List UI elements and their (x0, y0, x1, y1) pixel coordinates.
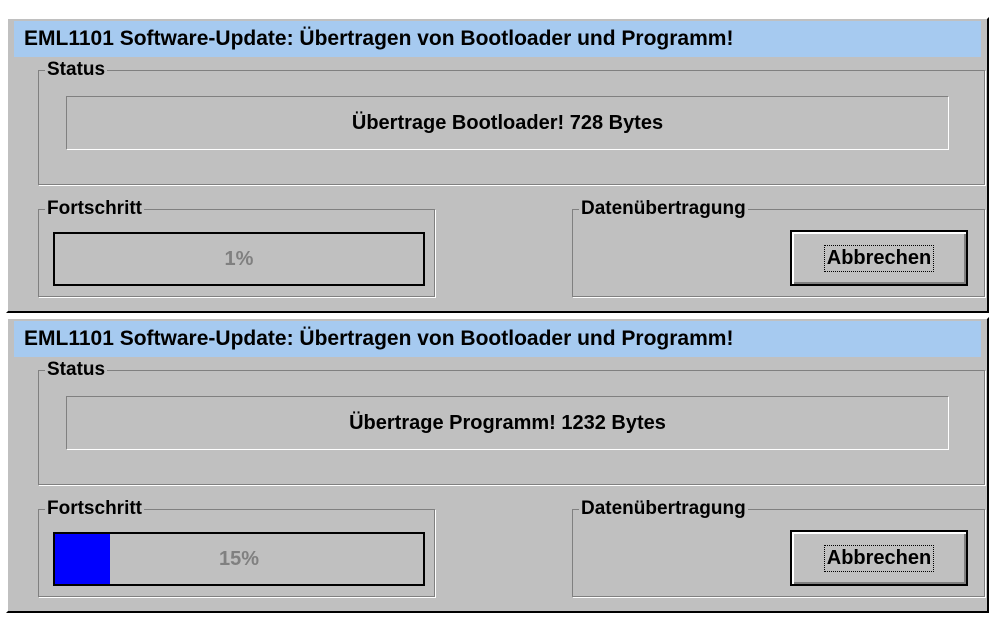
progress-percent: 15% (218, 547, 260, 570)
title-bar: EML1101 Software-Update: Übertragen von … (14, 321, 981, 357)
progress-group: Fortschritt 15% (38, 499, 435, 597)
progress-bar: 15% (53, 532, 425, 586)
data-transfer-group-label: Datenübertragung (579, 198, 748, 219)
data-transfer-group: Datenübertragung Abbrechen (572, 199, 985, 297)
status-group: Status Übertrage Bootloader! 728 Bytes (38, 60, 985, 185)
data-transfer-group-label: Datenübertragung (579, 498, 748, 519)
progress-group: Fortschritt 1% (38, 199, 435, 297)
status-text: Übertrage Bootloader! 728 Bytes (66, 96, 949, 150)
cancel-button[interactable]: Abbrechen (790, 230, 968, 286)
update-dialog-program: EML1101 Software-Update: Übertragen von … (6, 317, 989, 613)
status-group-label: Status (45, 59, 108, 80)
window-title: EML1101 Software-Update: Übertragen von … (24, 327, 734, 350)
cancel-button-label: Abbrechen (823, 544, 935, 572)
data-transfer-group: Datenübertragung Abbrechen (572, 499, 985, 597)
status-text: Übertrage Programm! 1232 Bytes (66, 396, 949, 450)
cancel-button-label: Abbrechen (823, 244, 935, 272)
progress-bar: 1% (53, 232, 425, 286)
cancel-button[interactable]: Abbrechen (790, 530, 968, 586)
progress-group-label: Fortschritt (45, 498, 144, 519)
window-title: EML1101 Software-Update: Übertragen von … (24, 27, 734, 50)
progress-percent: 1% (224, 247, 254, 270)
status-group-label: Status (45, 359, 108, 380)
update-dialog-bootloader: EML1101 Software-Update: Übertragen von … (6, 17, 989, 313)
progress-group-label: Fortschritt (45, 198, 144, 219)
title-bar: EML1101 Software-Update: Übertragen von … (14, 21, 981, 57)
status-group: Status Übertrage Programm! 1232 Bytes (38, 360, 985, 485)
